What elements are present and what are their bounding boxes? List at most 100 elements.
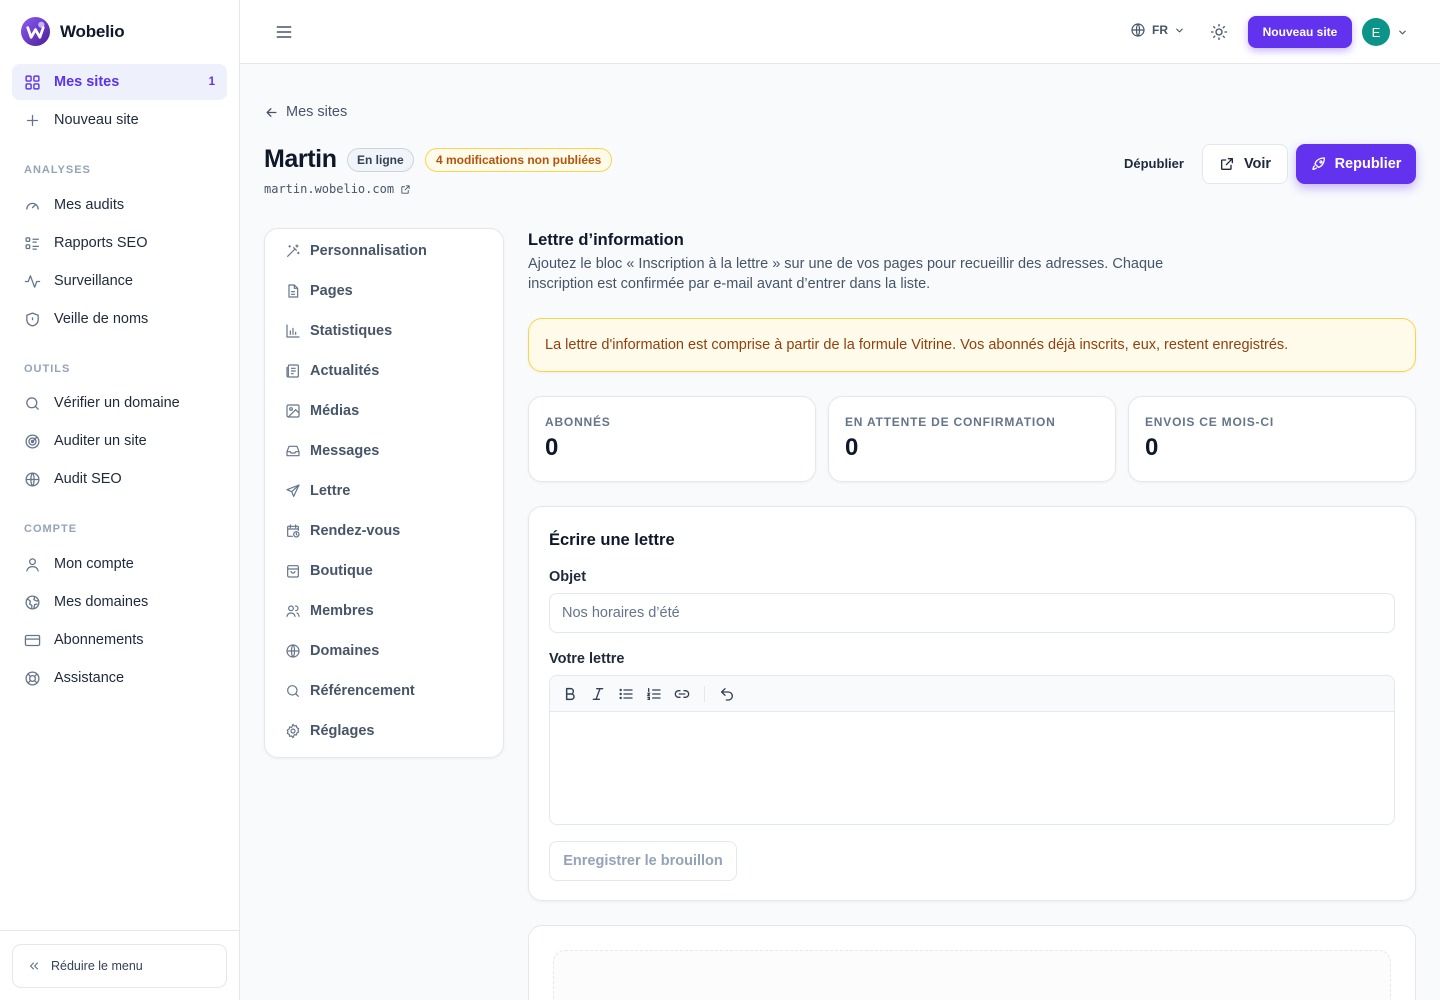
subnav-item-statistiques[interactable]: Statistiques xyxy=(285,323,392,339)
unpublish-button[interactable]: Dépublier xyxy=(1124,156,1184,171)
subnav-label: Actualités xyxy=(310,363,380,379)
subnav-label: Réglages xyxy=(310,723,375,739)
subnav-label: Rendez-vous xyxy=(310,523,401,539)
avatar[interactable]: E xyxy=(1362,18,1390,46)
stat-card-subscribers: ABONNÉS 0 xyxy=(528,396,816,482)
plan-warning-alert: La lettre d'information est comprise à p… xyxy=(528,318,1416,372)
sidebar-item-mes-domaines[interactable]: Mes domaines xyxy=(12,584,227,620)
subnav-item-messages[interactable]: Messages xyxy=(285,443,379,459)
subject-input[interactable] xyxy=(549,593,1395,633)
shield-icon xyxy=(26,311,39,327)
subnav-label: Membres xyxy=(310,603,374,619)
bold-icon[interactable] xyxy=(562,686,578,702)
collapse-menu-button[interactable]: Réduire le menu xyxy=(12,944,227,988)
sidebar-item-mes-audits[interactable]: Mes audits xyxy=(12,187,227,223)
file-icon xyxy=(288,284,299,298)
rich-text-editor xyxy=(549,675,1395,825)
globe-icon xyxy=(25,471,40,487)
sites-count-badge: 1 xyxy=(208,76,215,88)
world-icon xyxy=(25,594,40,610)
subnav-item-boutique[interactable]: Boutique xyxy=(285,563,373,579)
sidebar-item-abonnements[interactable]: Abonnements xyxy=(12,622,227,658)
subnav-label: Personnalisation xyxy=(310,243,427,259)
stat-value: 0 xyxy=(845,434,859,461)
site-url: martin.wobelio.com xyxy=(264,182,395,196)
lifebuoy-icon xyxy=(25,670,40,686)
subnav-item-personnalisation[interactable]: Personnalisation xyxy=(285,243,427,259)
users-icon xyxy=(286,605,300,617)
save-draft-button[interactable]: Enregistrer le brouillon xyxy=(549,841,737,881)
section-title: Lettre d’information xyxy=(528,231,684,249)
view-site-button[interactable]: Voir xyxy=(1202,144,1288,184)
globe-icon xyxy=(286,644,300,658)
send-icon xyxy=(286,484,300,497)
external-link-icon xyxy=(1220,158,1233,170)
editor-content-area[interactable] xyxy=(550,712,1394,824)
subnav-label: Lettre xyxy=(310,483,351,499)
subnav-item-membres[interactable]: Membres xyxy=(285,603,374,619)
grid-icon xyxy=(25,74,40,90)
link-icon[interactable] xyxy=(674,686,690,702)
user-icon xyxy=(26,557,39,572)
site-url-link[interactable]: martin.wobelio.com xyxy=(264,182,411,196)
subnav-item-reglages[interactable]: Réglages xyxy=(285,723,374,739)
back-to-sites-link[interactable]: Mes sites xyxy=(264,104,347,120)
sidebar-item-assistance[interactable]: Assistance xyxy=(12,660,227,696)
subnav-item-domaines[interactable]: Domaines xyxy=(285,643,379,659)
sidebar-item-mes-sites[interactable]: Mes sites 1 xyxy=(12,64,227,100)
bullet-list-icon[interactable] xyxy=(618,686,634,702)
new-site-button[interactable]: Nouveau site xyxy=(1248,16,1352,48)
arrow-left-icon xyxy=(266,107,277,117)
subnav-label: Boutique xyxy=(310,563,373,579)
menu-icon[interactable] xyxy=(274,22,294,42)
sidebar-item-mon-compte[interactable]: Mon compte xyxy=(12,546,227,582)
ordered-list-icon[interactable] xyxy=(646,686,662,702)
sidebar-item-verifier-domaine[interactable]: Vérifier un domaine xyxy=(12,385,227,421)
bar-chart-icon xyxy=(286,324,300,338)
sidebar-item-veille-de-noms[interactable]: Veille de noms xyxy=(12,301,227,337)
language-selector[interactable]: FR xyxy=(1130,22,1185,38)
sidebar-item-surveillance[interactable]: Surveillance xyxy=(12,263,227,299)
republish-label: Republier xyxy=(1334,156,1402,172)
activity-icon xyxy=(24,274,41,288)
subnav-item-medias[interactable]: Médias xyxy=(285,403,359,419)
calendar-clock-icon xyxy=(287,524,300,538)
wand-icon xyxy=(287,244,300,257)
subnav-item-lettre[interactable]: Lettre xyxy=(285,483,350,499)
sidebar-item-label: Nouveau site xyxy=(54,112,139,128)
back-link-label: Mes sites xyxy=(286,104,348,120)
sidebar-item-label: Surveillance xyxy=(54,273,133,289)
sidebar-item-auditer-site[interactable]: Auditer un site xyxy=(12,423,227,459)
republish-button[interactable]: Republier xyxy=(1296,144,1416,184)
undo-icon[interactable] xyxy=(719,686,735,702)
subnav-label: Messages xyxy=(310,443,380,459)
brand[interactable]: Wobelio xyxy=(20,16,125,47)
stat-label: ABONNÉS xyxy=(545,415,611,429)
plus-icon xyxy=(26,114,39,126)
sidebar-item-rapports-seo[interactable]: Rapports SEO xyxy=(12,225,227,261)
sidebar-item-nouveau-site[interactable]: Nouveau site xyxy=(12,102,227,138)
subnav-item-actualites[interactable]: Actualités xyxy=(285,363,379,379)
secondary-card xyxy=(528,925,1416,1000)
stat-label: ENVOIS CE MOIS-CI xyxy=(1145,415,1274,429)
wobelio-logo-icon xyxy=(20,16,51,47)
compose-title: Écrire une lettre xyxy=(549,531,675,549)
subnav-item-rendez-vous[interactable]: Rendez-vous xyxy=(285,523,400,539)
stat-value: 0 xyxy=(1145,434,1159,461)
sun-icon[interactable] xyxy=(1210,23,1228,41)
subnav-item-referencement[interactable]: Référencement xyxy=(285,683,415,699)
sidebar: Wobelio Mes sites 1 Nouveau site ANALYSE… xyxy=(0,0,240,1000)
toolbar-divider xyxy=(704,685,705,702)
subnav-item-pages[interactable]: Pages xyxy=(285,283,353,299)
list-icon xyxy=(25,236,39,250)
stat-card-sends: ENVOIS CE MOIS-CI 0 xyxy=(1128,396,1416,482)
sidebar-item-label: Mes sites xyxy=(54,74,120,90)
chevron-down-icon[interactable] xyxy=(1397,27,1408,38)
shopping-bag-icon xyxy=(287,565,299,578)
sidebar-item-audit-seo[interactable]: Audit SEO xyxy=(12,461,227,497)
stat-label: EN ATTENTE DE CONFIRMATION xyxy=(845,415,1056,429)
italic-icon[interactable] xyxy=(590,686,606,702)
sidebar-item-label: Audit SEO xyxy=(54,471,122,487)
sidebar-item-label: Abonnements xyxy=(54,632,144,648)
section-description: Ajoutez le bloc « Inscription à la lettr… xyxy=(528,256,1164,292)
